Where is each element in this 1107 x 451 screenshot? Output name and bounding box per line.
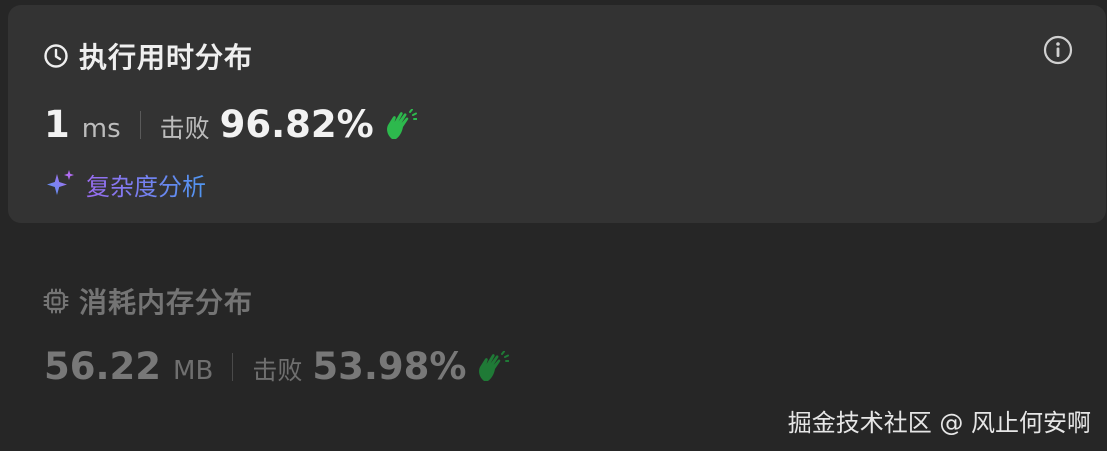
clap-icon	[479, 350, 510, 381]
complexity-analysis-link[interactable]: 复杂度分析	[44, 166, 206, 202]
runtime-value: 1	[44, 103, 70, 146]
watermark: 掘金技术社区 @ 风止何安啊	[787, 409, 1091, 437]
memory-beats-label: 击败	[252, 356, 303, 385]
info-icon[interactable]	[1043, 35, 1073, 65]
memory-title-row: 消耗内存分布	[43, 281, 253, 321]
sparkle-icon	[47, 170, 74, 195]
memory-beats-percent: 53.98%	[312, 345, 467, 388]
memory-title: 消耗内存分布	[79, 286, 254, 319]
metric-divider	[232, 352, 234, 381]
runtime-metric: 1 ms 击败 96.82%	[44, 103, 417, 146]
memory-unit: MB	[173, 356, 214, 386]
memory-metric: 56.22 MB 击败 53.98%	[44, 345, 510, 388]
memory-value: 56.22	[44, 345, 162, 388]
runtime-title: 执行用时分布	[79, 41, 254, 74]
complexity-analysis-label: 复杂度分析	[86, 167, 206, 202]
runtime-card: 执行用时分布 1 ms 击败 96.82% 复杂度分析	[8, 5, 1106, 223]
metric-divider	[139, 110, 141, 139]
runtime-unit: ms	[81, 114, 121, 144]
runtime-title-row: 执行用时分布	[43, 36, 253, 76]
runtime-beats-label: 击败	[159, 114, 210, 143]
clap-icon	[386, 108, 417, 139]
clock-icon	[44, 44, 68, 68]
runtime-beats-percent: 96.82%	[219, 103, 374, 146]
chip-icon	[43, 288, 69, 314]
